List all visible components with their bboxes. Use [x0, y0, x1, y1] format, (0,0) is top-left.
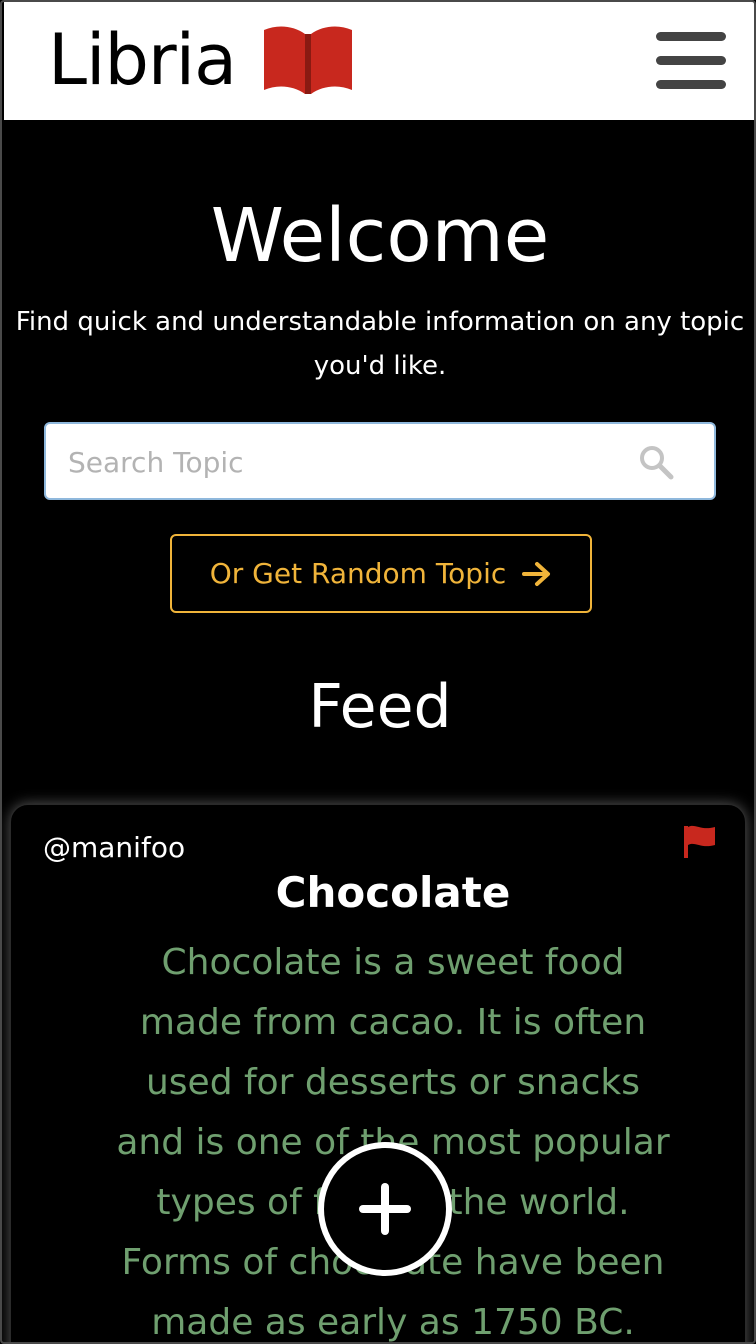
random-topic-label: Or Get Random Topic — [209, 557, 507, 590]
hamburger-menu-icon[interactable] — [656, 32, 728, 94]
navbar: Libria — [4, 2, 754, 120]
post-body: Chocolate is a sweet food made from caca… — [116, 942, 670, 1343]
brand[interactable]: Libria — [48, 18, 356, 102]
search-input[interactable] — [66, 432, 630, 492]
app-frame: Libria Welcome Find quick and understand… — [0, 0, 756, 1344]
post-author[interactable]: @manifoo — [43, 831, 185, 864]
open-book-icon — [264, 26, 353, 94]
add-post-button[interactable] — [318, 1142, 452, 1276]
brand-name[interactable]: Libria — [48, 25, 237, 95]
welcome-title: Welcome — [210, 193, 550, 279]
search-icon[interactable] — [638, 444, 674, 480]
post-title: Chocolate — [275, 868, 511, 917]
feed-title: Feed — [308, 672, 452, 742]
arrow-right-icon — [522, 561, 551, 586]
random-topic-button[interactable]: Or Get Random Topic — [170, 534, 592, 613]
tagline: Find quick and understandable informatio… — [15, 307, 745, 381]
search-box — [44, 422, 716, 500]
flag-icon[interactable] — [681, 823, 717, 859]
plus-icon — [359, 1183, 411, 1235]
